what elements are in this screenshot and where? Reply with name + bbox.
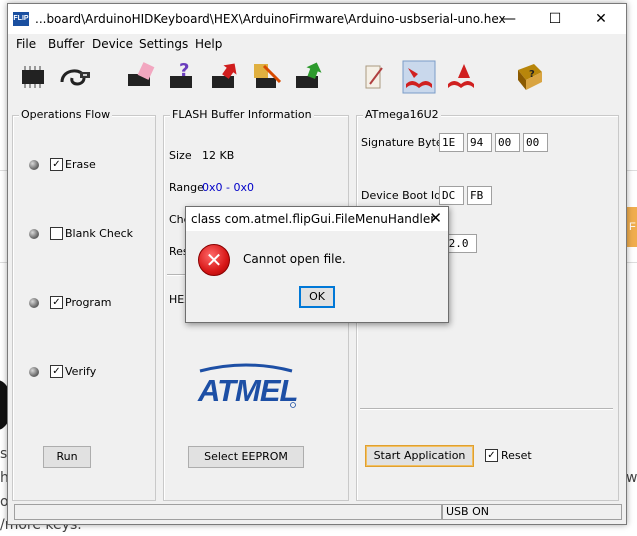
close-button[interactable]: ✕	[578, 4, 624, 34]
select-device-icon[interactable]	[16, 60, 50, 94]
verify-status-led	[29, 367, 39, 377]
window-title: ...board\ArduinoHIDKeyboard\HEX\ArduinoF…	[35, 12, 506, 26]
erase-status-led	[29, 160, 39, 170]
usb-status: USB ON	[442, 504, 622, 520]
program-checkbox[interactable]: ✓	[50, 296, 63, 309]
parse-icon[interactable]	[402, 60, 436, 94]
usb-connect-icon[interactable]	[58, 60, 92, 94]
operations-flow-label: Operations Flow	[19, 108, 113, 121]
ok-button[interactable]: OK	[299, 286, 335, 308]
boot-id-1: DC	[439, 186, 464, 205]
blank-check-icon[interactable]: ?	[166, 60, 200, 94]
menu-device[interactable]: Device	[92, 37, 133, 51]
atmel-logo: ATMEL	[197, 363, 298, 408]
verify-label: Verify	[65, 365, 97, 378]
load-hex-icon[interactable]	[250, 60, 284, 94]
range-label: Range	[169, 181, 204, 194]
start-application-button[interactable]: Start Application	[365, 445, 474, 467]
error-icon: ✕	[198, 244, 230, 276]
signature-bytes-label: Signature Bytes	[361, 136, 449, 149]
menu-bar: File Buffer Device Settings Help	[8, 34, 626, 54]
toolbar: ? ?	[8, 56, 626, 102]
dialog-message: Cannot open file.	[243, 252, 346, 266]
size-value: 12 KB	[202, 149, 235, 162]
atmel-logo-text: ATMEL	[197, 373, 298, 408]
error-dialog: class com.atmel.flipGui.FileMenuHandler …	[185, 206, 449, 323]
menu-buffer[interactable]: Buffer	[48, 37, 84, 51]
minimize-button[interactable]: —	[486, 4, 532, 34]
blank-check-status-led	[29, 229, 39, 239]
upload-icon[interactable]	[360, 60, 394, 94]
erase-chip-icon[interactable]	[124, 60, 158, 94]
maximize-button[interactable]: ☐	[532, 4, 578, 34]
device-separator	[360, 408, 613, 410]
operations-flow-panel: Operations Flow ✓ Erase Blank Check ✓ Pr…	[12, 108, 156, 501]
background-text: wh	[626, 470, 637, 486]
dialog-title: class com.atmel.flipGui.FileMenuHandler	[191, 212, 436, 226]
device-label: ATmega16U2	[363, 108, 441, 121]
size-label: Size	[169, 149, 192, 162]
flash-buffer-label: FLASH Buffer Information	[170, 108, 314, 121]
background-orange-button[interactable]: F	[626, 207, 637, 247]
program-label: Program	[65, 296, 112, 309]
verify-chip-icon[interactable]	[292, 60, 326, 94]
select-eeprom-button[interactable]: Select EEPROM	[188, 446, 304, 468]
reset-label: Reset	[501, 449, 532, 462]
dialog-title-bar[interactable]: class com.atmel.flipGui.FileMenuHandler …	[186, 207, 448, 231]
signature-byte-2: 94	[467, 133, 492, 152]
program-status-led	[29, 298, 39, 308]
title-bar[interactable]: FLIP ...board\ArduinoHIDKeyboard\HEX\Ard…	[8, 4, 626, 34]
boot-id-2: FB	[467, 186, 492, 205]
erase-label: Erase	[65, 158, 96, 171]
download-icon[interactable]	[444, 60, 478, 94]
svg-text:?: ?	[529, 69, 535, 80]
status-message	[14, 504, 442, 520]
blank-check-label: Blank Check	[65, 227, 134, 240]
signature-byte-3: 00	[495, 133, 520, 152]
verify-checkbox[interactable]: ✓	[50, 365, 63, 378]
svg-text:?: ?	[179, 60, 189, 81]
blank-check-checkbox[interactable]	[50, 227, 63, 240]
erase-checkbox[interactable]: ✓	[50, 158, 63, 171]
reset-checkbox[interactable]: ✓	[485, 449, 498, 462]
status-bar: USB ON	[14, 504, 622, 520]
program-chip-icon[interactable]	[208, 60, 242, 94]
menu-settings[interactable]: Settings	[139, 37, 188, 51]
error-icon-glyph: ✕	[205, 248, 223, 272]
help-book-icon[interactable]: ?	[512, 60, 546, 94]
menu-help[interactable]: Help	[195, 37, 222, 51]
flip-app-icon: FLIP	[13, 12, 29, 26]
range-value: 0x0 - 0x0	[202, 181, 254, 194]
signature-byte-1: 1E	[439, 133, 464, 152]
signature-byte-4: 00	[523, 133, 548, 152]
run-button[interactable]: Run	[43, 446, 91, 468]
menu-file[interactable]: File	[16, 37, 36, 51]
dialog-close-button[interactable]: ✕	[429, 209, 442, 227]
device-boot-ids-label: Device Boot Ids	[361, 189, 447, 202]
